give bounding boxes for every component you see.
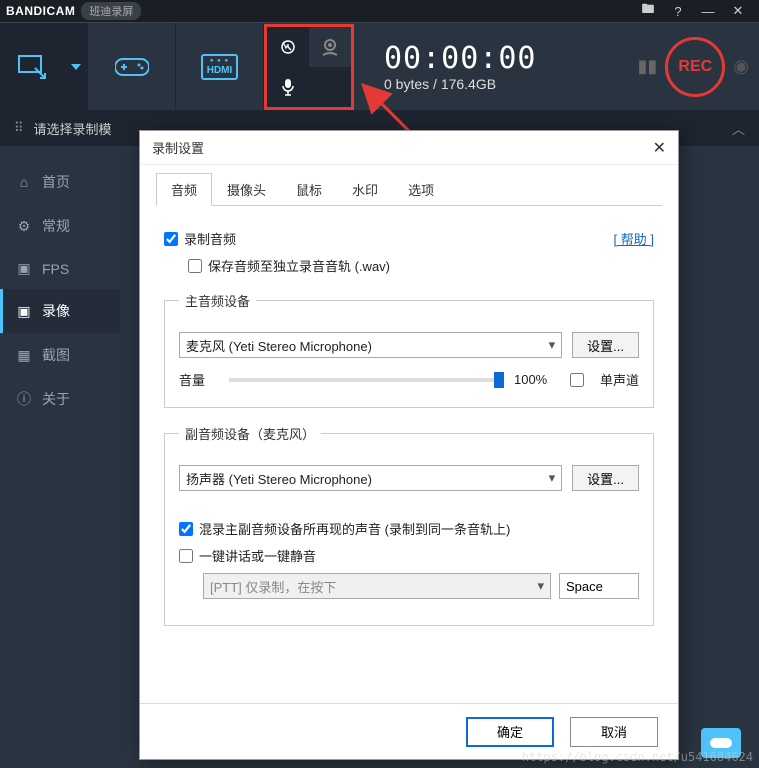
size-readout: 0 bytes / 176.4GB [384,76,537,92]
hdmi-label: HDMI [207,65,233,76]
pause-button[interactable]: ▮▮ [637,56,657,77]
chevron-down-icon: ▾ [549,470,556,486]
recording-settings-dialog: 录制设置 ✕ 音频 摄像头 鼠标 水印 选项 录制音频 [ 帮助 ] 保存音频至… [139,130,679,760]
chevron-down-icon: ▾ [549,337,556,353]
mode-screen-dropdown[interactable] [64,23,88,110]
mode-screen-button[interactable] [0,23,64,110]
dialog-body: 录制音频 [ 帮助 ] 保存音频至独立录音音轨 (.wav) 主音频设备 麦克风… [140,207,678,703]
help-icon[interactable]: ? [663,4,693,19]
sidebar-item-label: 关于 [42,389,70,409]
primary-device-legend: 主音频设备 [179,291,256,310]
ptt-label: 一键讲话或一键静音 [199,546,316,565]
minimize-icon[interactable]: — [693,4,723,19]
primary-device-value: 麦克风 (Yeti Stereo Microphone) [186,336,372,355]
sidebar-item-label: 首页 [42,172,70,192]
cursor-toggle[interactable] [267,27,309,67]
sidebar-item-label: 录像 [42,301,70,321]
video-icon: ▣ [16,303,32,320]
chevron-down-icon: ▾ [537,578,544,594]
volume-value: 100% [514,372,560,387]
subbrand-badge: 班迪录屏 [81,2,141,20]
sidebar-item-video[interactable]: ▣ 录像 [0,289,120,333]
record-audio-checkbox[interactable] [164,232,178,246]
info-icon: ⓘ [16,389,32,409]
ptt-mode-value: [PTT] 仅录制，在按下 [210,577,336,596]
image-icon: ▦ [16,347,32,364]
tab-options[interactable]: 选项 [393,173,449,206]
secondary-device-group: 副音频设备（麦克风） 扬声器 (Yeti Stereo Microphone) … [164,424,654,626]
fps-icon: ▣ [16,260,32,277]
save-wav-label: 保存音频至独立录音音轨 (.wav) [208,256,390,275]
gear-icon: ⚙ [16,218,32,235]
sidebar-item-image[interactable]: ▦ 截图 [0,333,120,377]
primary-settings-button[interactable]: 设置... [572,332,639,358]
sidebar-item-label: 截图 [42,345,70,365]
primary-device-select[interactable]: 麦克风 (Yeti Stereo Microphone) ▾ [179,332,562,358]
home-icon: ⌂ [16,174,32,190]
volume-slider[interactable] [229,378,504,382]
volume-slider-thumb[interactable] [494,372,504,388]
sidebar-item-general[interactable]: ⚙ 常规 [0,204,120,248]
tab-webcam[interactable]: 摄像头 [212,173,281,206]
mono-label: 单声道 [600,370,639,389]
close-icon[interactable]: ✕ [723,3,753,19]
primary-device-group: 主音频设备 麦克风 (Yeti Stereo Microphone) ▾ 设置.… [164,291,654,408]
sidebar-item-about[interactable]: ⓘ 关于 [0,377,120,421]
help-link[interactable]: [ 帮助 ] [614,229,654,248]
secondary-device-select[interactable]: 扬声器 (Yeti Stereo Microphone) ▾ [179,465,562,491]
brand-prefix: BANDI [6,4,47,18]
mix-audio-checkbox[interactable] [179,522,193,536]
mix-audio-label: 混录主副音频设备所再现的声音 (录制到同一条音轨上) [199,519,510,538]
grip-icon: ⠿ [14,120,24,136]
mono-checkbox[interactable] [570,373,584,387]
ok-button[interactable]: 确定 [466,717,554,747]
record-audio-label: 录制音频 [184,229,236,248]
mic-toggle[interactable] [267,67,309,107]
watermark: https://blog.csdn.net/u541684624 [522,750,753,764]
titlebar: BANDICAM 班迪录屏 🖿 ? — ✕ [0,0,759,22]
dialog-tabs: 音频 摄像头 鼠标 水印 选项 [140,165,678,206]
dialog-close-button[interactable]: ✕ [653,138,666,158]
dialog-titlebar: 录制设置 ✕ [140,131,678,165]
webcam-toggle[interactable] [309,27,351,67]
sidebar-item-home[interactable]: ⌂ 首页 [0,160,120,204]
secondary-settings-button[interactable]: 设置... [572,465,639,491]
mode-select-label: 请选择录制模 [34,119,112,138]
sidebar-item-label: 常规 [42,216,70,236]
timer-readout: 00:00:00 [384,41,537,76]
top-toolbar: ● ● ● HDMI 00:00:00 0 bytes / 176.4GB ▮▮… [0,22,759,110]
ptt-hotkey-input[interactable] [559,573,639,599]
ptt-checkbox[interactable] [179,549,193,563]
volume-label: 音量 [179,370,219,389]
secondary-device-value: 扬声器 (Yeti Stereo Microphone) [186,469,372,488]
record-button[interactable]: REC [665,37,725,97]
overlay-toggle-grid [264,24,354,110]
snapshot-button[interactable]: ◉ [733,56,749,77]
mode-hdmi-button[interactable]: ● ● ● HDMI [176,23,264,110]
dialog-title: 录制设置 [152,138,204,157]
brand: BANDICAM [6,4,75,18]
ptt-mode-select[interactable]: [PTT] 仅录制，在按下 ▾ [203,573,551,599]
sidebar: ⌂ 首页 ⚙ 常规 ▣ FPS ▣ 录像 ▦ 截图 ⓘ 关于 [0,146,120,768]
sidebar-item-fps[interactable]: ▣ FPS [0,248,120,289]
timer-block: 00:00:00 0 bytes / 176.4GB [384,41,537,92]
sidebar-item-label: FPS [42,261,69,277]
tab-audio[interactable]: 音频 [156,173,212,206]
secondary-device-legend: 副音频设备（麦克风） [179,424,321,443]
tab-mouse[interactable]: 鼠标 [281,173,337,206]
mode-buttons: ● ● ● HDMI [0,23,264,110]
brand-suffix: CAM [47,4,76,18]
save-wav-checkbox[interactable] [188,259,202,273]
chevron-up-icon: ︿ [732,119,745,138]
folder-icon[interactable]: 🖿 [633,0,663,22]
record-controls: ▮▮ REC ◉ [637,37,759,97]
cancel-button[interactable]: 取消 [570,717,658,747]
tab-watermark[interactable]: 水印 [337,173,393,206]
empty-toggle [309,67,351,107]
mode-game-button[interactable] [88,23,176,110]
